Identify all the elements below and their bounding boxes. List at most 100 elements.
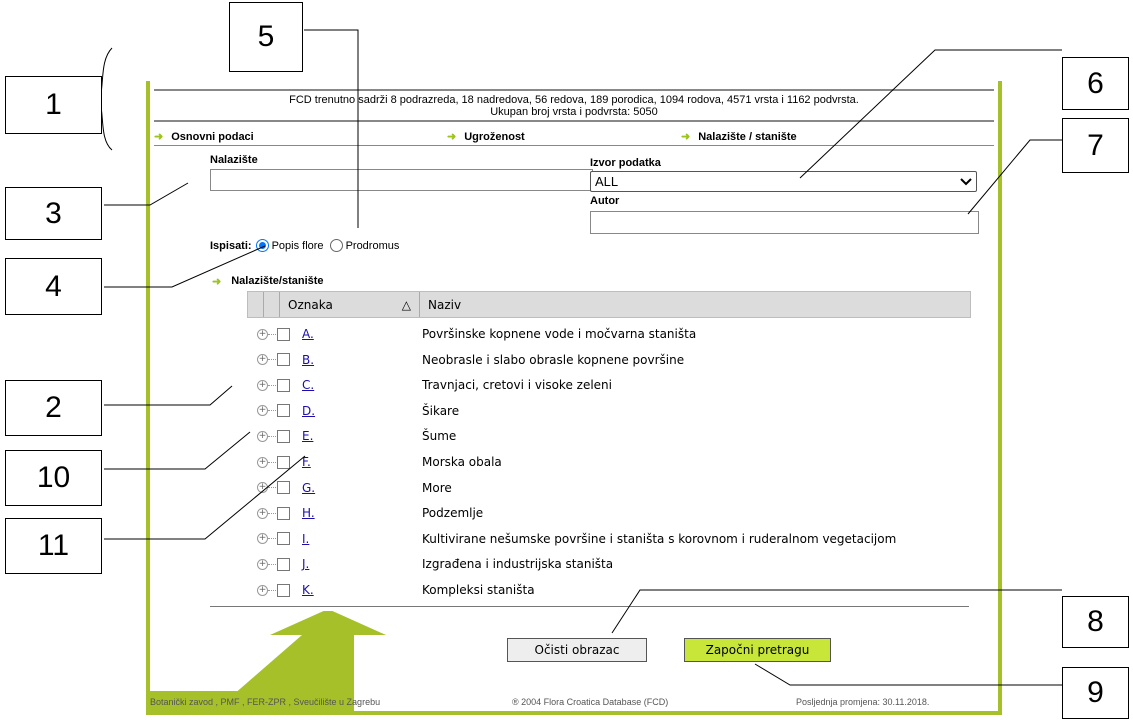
expand-icon[interactable]: +: [257, 328, 268, 340]
summary-line-2: Ukupan broj vrsta i podvrsta: 5050: [490, 106, 658, 118]
sort-asc-icon[interactable]: △: [402, 298, 411, 312]
expand-icon[interactable]: +: [257, 507, 268, 519]
callout-7: 7: [1062, 118, 1129, 173]
section-nalaziste-staniste: ➜ Nalazište/stanište: [212, 275, 324, 288]
tree-bottom-rule: [210, 606, 969, 607]
row-code-link[interactable]: D.: [302, 404, 315, 418]
row-name: Kompleksi staništa: [422, 583, 535, 597]
footer-last-change: Posljednja promjena: 30.11.2018.: [796, 697, 930, 707]
fcd-search-panel: FCD trenutno sadrži 8 podrazreda, 18 nad…: [146, 81, 1002, 715]
row-name: Izgrađena i industrijska staništa: [422, 557, 614, 572]
header-naziv-label: Naziv: [428, 297, 462, 312]
header-naziv[interactable]: Naziv: [420, 292, 970, 317]
row-name: Morska obala: [422, 455, 502, 469]
row-checkbox[interactable]: [277, 378, 290, 392]
tree-header: Oznaka △ Naziv: [247, 291, 971, 318]
row-code-link[interactable]: K.: [302, 583, 314, 597]
footer-copyright: ® 2004 Flora Croatica Database (FCD): [512, 697, 669, 707]
header-oznaka[interactable]: Oznaka △: [280, 292, 420, 317]
row-code-link[interactable]: A.: [302, 327, 314, 341]
row-code-link[interactable]: F.: [302, 455, 311, 469]
tree-row: + J. Izgrađena i industrijska staništa: [150, 555, 980, 573]
header-rule-top: [154, 89, 994, 91]
nav-rule: [154, 145, 994, 146]
row-name: Šume: [422, 429, 457, 444]
row-checkbox[interactable]: [277, 353, 290, 367]
row-checkbox[interactable]: [277, 557, 290, 571]
row-checkbox[interactable]: [277, 506, 290, 520]
expand-icon[interactable]: +: [257, 379, 268, 391]
row-checkbox[interactable]: [277, 429, 290, 443]
expand-icon[interactable]: +: [257, 405, 268, 417]
row-checkbox[interactable]: [277, 583, 290, 597]
start-search-button[interactable]: Započni pretragu: [684, 638, 831, 662]
row-code-link[interactable]: E.: [302, 429, 313, 443]
callout-3: 3: [5, 187, 102, 240]
row-name: Travnjaci, cretovi i visoke zeleni: [422, 378, 612, 393]
footer-institutions: Botanički zavod , PMF , FER-ZPR , Sveuči…: [150, 697, 381, 707]
tree-row: + A. Površinske kopnene vode i močvarna st…: [150, 325, 980, 343]
row-checkbox[interactable]: [277, 327, 290, 341]
autor-input[interactable]: [590, 211, 979, 234]
popis-flore-radio[interactable]: [255, 239, 269, 252]
arrow-right-icon: ➜: [681, 131, 691, 143]
row-code-link[interactable]: G.: [302, 481, 315, 495]
nalaziste-input[interactable]: [210, 169, 593, 191]
autor-label: Autor: [590, 195, 620, 207]
tree-row: + C. Travnjaci, cretovi i visoke zeleni: [150, 376, 980, 394]
arrow-right-icon: ➜: [447, 131, 457, 143]
clear-form-button[interactable]: Očisti obrazac: [507, 638, 647, 662]
header-check-col: [264, 292, 280, 317]
tree-row: + E. Šume: [150, 427, 980, 445]
expand-icon[interactable]: +: [257, 430, 268, 442]
ispisati-label: Ispisati:: [210, 239, 252, 252]
tree-connector: [268, 333, 276, 335]
tree-connector: [268, 384, 276, 386]
row-code-link[interactable]: J.: [302, 557, 309, 571]
prodromus-label[interactable]: Prodromus: [346, 240, 400, 252]
nav-label: Osnovni podaci: [171, 130, 254, 143]
tree-connector: [268, 512, 276, 514]
nav-ugrozenost[interactable]: ➜ Ugroženost: [447, 130, 525, 144]
izvor-podatka-label: Izvor podatka: [590, 157, 661, 169]
row-name: Podzemlje: [422, 506, 484, 521]
expand-icon[interactable]: +: [257, 354, 268, 366]
expand-icon[interactable]: +: [257, 584, 268, 596]
expand-icon[interactable]: +: [257, 558, 268, 570]
tree-row: + D. Šikare: [150, 402, 980, 420]
nalaziste-label: Nalazište: [210, 154, 258, 166]
tree-row: + B. Neobrasle i slabo obrasle kopnene pov…: [150, 351, 980, 369]
row-code-link[interactable]: C.: [302, 378, 314, 392]
callout-5: 5: [229, 2, 303, 72]
tree-row: + H. Podzemlje: [150, 504, 980, 522]
nav-osnovni-podaci[interactable]: ➜ Osnovni podaci: [154, 130, 254, 144]
row-checkbox[interactable]: [277, 455, 290, 469]
callout-10: 10: [5, 450, 102, 506]
row-checkbox[interactable]: [277, 404, 290, 418]
row-checkbox[interactable]: [277, 532, 290, 546]
popis-flore-label[interactable]: Popis flore: [272, 240, 324, 252]
tree-connector: [268, 359, 276, 361]
ispisati-options: Ispisati: Popis flore Prodromus: [210, 239, 399, 252]
callout-2: 2: [5, 380, 102, 436]
expand-icon[interactable]: +: [257, 482, 268, 494]
tree-connector: [268, 538, 276, 540]
row-code-link[interactable]: I.: [302, 532, 309, 546]
row-name: More: [422, 480, 452, 495]
tree-connector: [268, 563, 276, 565]
expand-icon[interactable]: +: [257, 456, 268, 468]
nav-label: Ugroženost: [464, 130, 525, 143]
callout-11: 11: [5, 518, 102, 574]
row-code-link[interactable]: H.: [302, 506, 315, 520]
row-checkbox[interactable]: [277, 481, 290, 495]
summary-line-1: FCD trenutno sadrži 8 podrazreda, 18 nad…: [289, 94, 859, 106]
callout-4: 4: [5, 258, 102, 315]
nav-label: Nalazište / stanište: [698, 130, 797, 143]
izvor-podatka-select[interactable]: ALL: [590, 171, 977, 192]
prodromus-radio[interactable]: [329, 239, 343, 252]
expand-icon[interactable]: +: [257, 533, 268, 545]
row-name: Šikare: [422, 403, 460, 418]
section-label: Nalazište/stanište: [231, 275, 324, 287]
row-code-link[interactable]: B.: [302, 353, 314, 367]
nav-nalaziste-staniste[interactable]: ➜ Nalazište / stanište: [681, 130, 797, 144]
